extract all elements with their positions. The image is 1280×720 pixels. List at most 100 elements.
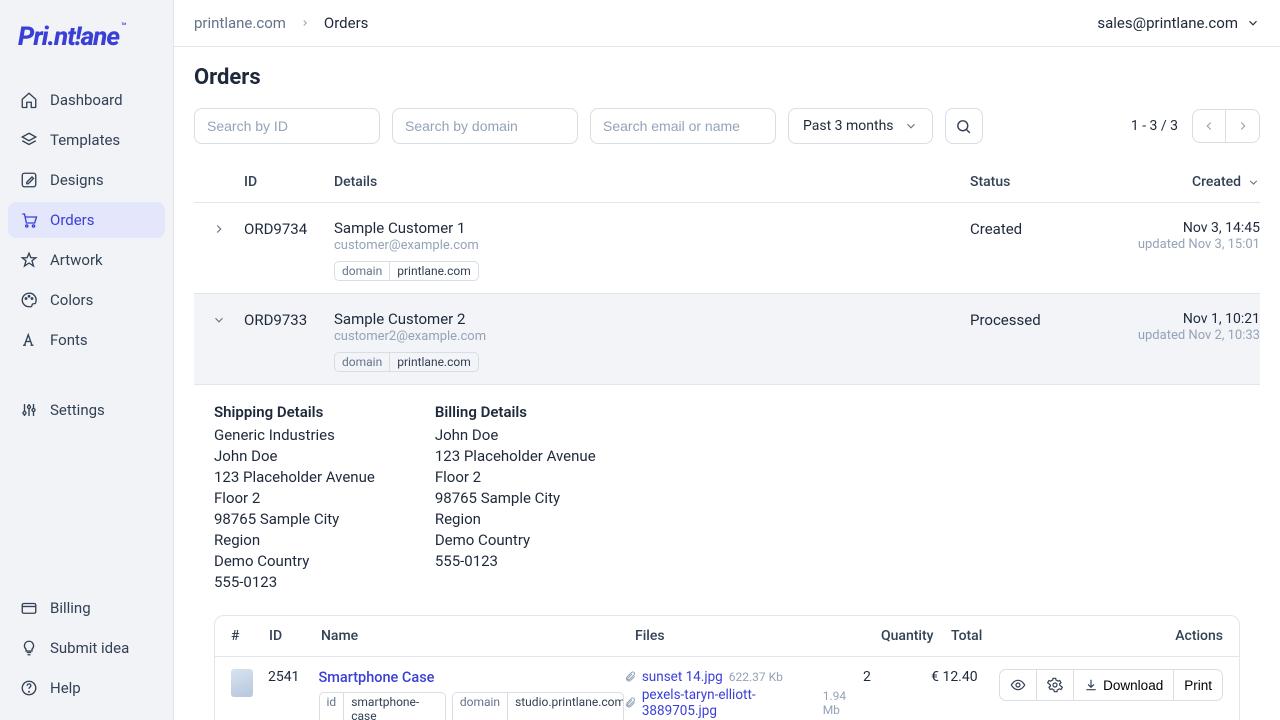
- credit-card-icon: [20, 599, 38, 617]
- expand-toggle[interactable]: [194, 219, 244, 236]
- breadcrumb-current: Orders: [324, 14, 369, 32]
- home-icon: [20, 91, 38, 109]
- order-status: Created: [970, 219, 1100, 238]
- item-qty: 2: [863, 669, 931, 685]
- pagination-text: 1 - 3 / 3: [1131, 118, 1178, 134]
- logo-text: Pri.nt!ane: [18, 22, 119, 52]
- customer-email: customer@example.com: [334, 238, 970, 253]
- nav-label: Artwork: [50, 251, 103, 269]
- date-range-select[interactable]: Past 3 months: [788, 108, 933, 144]
- updated-at: updated Nov 2, 10:33: [1100, 328, 1260, 343]
- sidebar-item-settings[interactable]: Settings: [8, 392, 165, 428]
- sidebar-item-orders[interactable]: Orders: [8, 202, 165, 238]
- settings-button[interactable]: [1037, 669, 1074, 701]
- sidebar-item-designs[interactable]: Designs: [8, 162, 165, 198]
- search-id-input[interactable]: [194, 108, 380, 144]
- nav-label: Templates: [50, 131, 120, 149]
- col-status: Status: [970, 174, 1100, 190]
- star-icon: [20, 251, 38, 269]
- order-id: ORD9734: [244, 219, 334, 238]
- sidebar-item-fonts[interactable]: Fonts: [8, 322, 165, 358]
- nav-label: Dashboard: [50, 91, 123, 109]
- sidebar-item-billing[interactable]: Billing: [8, 590, 165, 626]
- domain-tag: domainstudio.printlane.com: [452, 692, 624, 720]
- nav-bottom: Billing Submit idea Help: [8, 590, 165, 706]
- content: Orders Past 3 months 1 - 3 / 3: [174, 47, 1280, 720]
- sidebar: Pri.nt!ane™ Dashboard Templates Designs …: [0, 0, 174, 720]
- billing-details: Billing Details John Doe 123 Placeholder…: [435, 403, 596, 593]
- nav-label: Billing: [50, 599, 91, 617]
- nav-label: Orders: [50, 211, 95, 229]
- paperclip-icon: [624, 671, 636, 683]
- search-domain-input[interactable]: [392, 108, 578, 144]
- item-id: 2541: [268, 669, 319, 685]
- customer-email: customer2@example.com: [334, 329, 970, 344]
- edit-square-icon: [20, 171, 38, 189]
- sidebar-item-dashboard[interactable]: Dashboard: [8, 82, 165, 118]
- download-icon: [1084, 678, 1098, 692]
- lightbulb-icon: [20, 639, 38, 657]
- order-row: ORD9734 Sample Customer 1 customer@examp…: [194, 203, 1260, 294]
- page-title: Orders: [194, 65, 1260, 90]
- order-id: ORD9733: [244, 310, 334, 329]
- gear-icon: [1047, 677, 1063, 693]
- sidebar-item-templates[interactable]: Templates: [8, 122, 165, 158]
- file-link[interactable]: sunset 14.jpg622.37 Kb: [624, 669, 863, 685]
- date-range-value: Past 3 months: [803, 118, 894, 134]
- col-id: ID: [244, 174, 334, 190]
- sidebar-item-colors[interactable]: Colors: [8, 282, 165, 318]
- paperclip-icon: [624, 697, 636, 709]
- col-created[interactable]: Created: [1100, 174, 1260, 190]
- file-link[interactable]: pexels-taryn-elliott-3889705.jpg1.94 Mb: [624, 687, 863, 719]
- view-button[interactable]: [999, 669, 1037, 701]
- item-name[interactable]: Smartphone Case: [319, 669, 624, 686]
- nav-main: Dashboard Templates Designs Orders Artwo…: [8, 82, 165, 590]
- expand-toggle[interactable]: [194, 310, 244, 327]
- download-button[interactable]: Download: [1074, 669, 1174, 701]
- account-email: sales@printlane.com: [1097, 14, 1238, 32]
- sliders-icon: [20, 401, 38, 419]
- palette-icon: [20, 291, 38, 309]
- eye-icon: [1010, 677, 1026, 693]
- updated-at: updated Nov 3, 15:01: [1100, 237, 1260, 252]
- print-button[interactable]: Print: [1174, 669, 1223, 701]
- nav-label: Settings: [50, 401, 105, 419]
- chevron-down-icon: [1246, 16, 1260, 30]
- domain-tag: domainprintlane.com: [334, 352, 479, 372]
- customer-name: Sample Customer 1: [334, 219, 970, 237]
- nav-label: Designs: [50, 171, 104, 189]
- filters-bar: Past 3 months 1 - 3 / 3: [194, 108, 1260, 144]
- shipping-details: Shipping Details Generic Industries John…: [214, 403, 375, 593]
- breadcrumb-root[interactable]: printlane.com: [194, 14, 286, 32]
- logo[interactable]: Pri.nt!ane™: [18, 22, 155, 52]
- chevron-right-icon: [300, 18, 310, 28]
- col-details: Details: [334, 174, 970, 190]
- order-detail: Shipping Details Generic Industries John…: [194, 385, 1260, 720]
- domain-tag: domainprintlane.com: [334, 261, 479, 281]
- search-email-input[interactable]: [590, 108, 776, 144]
- next-page-button[interactable]: [1226, 109, 1260, 143]
- line-item-row: 2541 Smartphone Case idsmartphone-case d…: [215, 656, 1239, 720]
- orders-table-head: ID Details Status Created: [194, 166, 1260, 203]
- cart-icon: [20, 211, 38, 229]
- pagination: 1 - 3 / 3: [1131, 109, 1260, 143]
- created-at: Nov 3, 14:45: [1100, 220, 1260, 236]
- topbar: printlane.com Orders sales@printlane.com: [174, 0, 1280, 47]
- sidebar-item-artwork[interactable]: Artwork: [8, 242, 165, 278]
- breadcrumb: printlane.com Orders: [194, 14, 368, 32]
- id-tag: idsmartphone-case: [319, 692, 446, 720]
- item-total: € 12.40: [931, 669, 999, 685]
- nav-label: Submit idea: [50, 639, 129, 657]
- account-menu[interactable]: sales@printlane.com: [1097, 14, 1260, 32]
- help-icon: [20, 679, 38, 697]
- chevron-down-icon: [904, 119, 918, 133]
- created-at: Nov 1, 10:21: [1100, 311, 1260, 327]
- sidebar-item-help[interactable]: Help: [8, 670, 165, 706]
- prev-page-button[interactable]: [1192, 109, 1226, 143]
- main: printlane.com Orders sales@printlane.com…: [174, 0, 1280, 720]
- sidebar-item-submit-idea[interactable]: Submit idea: [8, 630, 165, 666]
- nav-label: Colors: [50, 291, 93, 309]
- order-status: Processed: [970, 310, 1100, 329]
- search-button[interactable]: [945, 108, 983, 144]
- nav-label: Help: [50, 679, 81, 697]
